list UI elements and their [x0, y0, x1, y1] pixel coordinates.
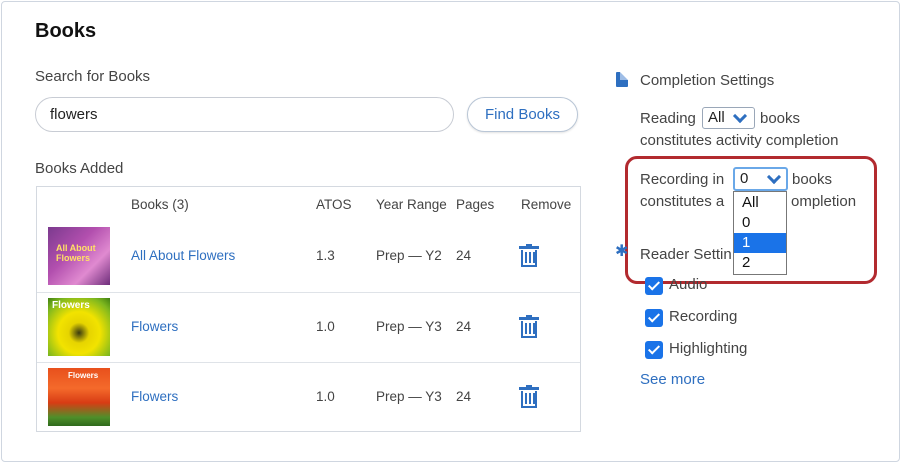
dropdown-option-all[interactable]: All — [734, 193, 786, 213]
document-check-icon — [616, 72, 628, 87]
book-cover-image: Flowers — [48, 298, 110, 356]
reading-suffix: books — [760, 110, 801, 127]
column-header-atos: ATOS — [316, 197, 352, 212]
column-header-remove: Remove — [521, 197, 572, 212]
page-title: Books — [35, 20, 97, 42]
table-row: Flowers Flowers 1.0 Prep — Y3 24 — [37, 362, 580, 432]
recording-completion-text-a: constitutes a — [640, 193, 725, 210]
pages-value: 24 — [456, 389, 472, 404]
dropdown-option-2[interactable]: 2 — [734, 253, 786, 273]
book-cover-image: Flowers — [48, 368, 110, 426]
chevron-down-icon — [766, 169, 782, 185]
reading-select-value: All — [708, 109, 725, 126]
reading-completion-text: constitutes activity completion — [640, 132, 839, 149]
search-label: Search for Books — [35, 68, 151, 85]
find-books-button[interactable]: Find Books — [467, 97, 578, 132]
atos-value: 1.3 — [316, 248, 335, 263]
pages-value: 24 — [456, 248, 472, 263]
completion-settings-heading: Completion Settings — [640, 72, 775, 89]
audio-checkbox[interactable] — [645, 277, 663, 295]
books-panel: Books Search for Books Find Books Books … — [1, 1, 900, 462]
year-range-value: Prep — Y3 — [376, 319, 442, 334]
trash-icon[interactable] — [519, 244, 539, 268]
reader-settings-heading: Reader Settin — [640, 246, 732, 263]
reading-books-select[interactable]: All — [702, 107, 755, 129]
dropdown-option-0[interactable]: 0 — [734, 213, 786, 233]
book-cover-image: All About Flowers — [48, 227, 110, 285]
book-title-link[interactable]: Flowers — [131, 319, 178, 334]
recording-completion-text-b: ompletion — [791, 193, 857, 210]
recording-select-value: 0 — [740, 170, 749, 187]
books-added-label: Books Added — [35, 160, 124, 177]
year-range-value: Prep — Y2 — [376, 248, 442, 263]
cover-text: All About Flowers — [56, 243, 96, 263]
trash-icon[interactable] — [519, 315, 539, 339]
books-table: Books (3) ATOS Year Range Pages Remove A… — [36, 186, 581, 432]
recording-books-select[interactable]: 0 — [733, 167, 788, 191]
trash-icon[interactable] — [519, 385, 539, 409]
audio-label: Audio — [669, 276, 708, 293]
year-range-value: Prep — Y3 — [376, 389, 442, 404]
search-input[interactable] — [35, 97, 454, 132]
pages-value: 24 — [456, 319, 472, 334]
see-more-link[interactable]: See more — [640, 371, 705, 388]
atos-value: 1.0 — [316, 389, 335, 404]
cover-text: Flowers — [52, 300, 90, 311]
recording-suffix: books — [792, 171, 833, 188]
highlighting-label: Highlighting — [669, 340, 748, 357]
column-header-year-range: Year Range — [376, 197, 447, 212]
book-title-link[interactable]: Flowers — [131, 389, 178, 404]
cover-text: Flowers — [68, 371, 99, 380]
column-header-books: Books (3) — [131, 197, 189, 212]
recording-checkbox[interactable] — [645, 309, 663, 327]
highlighting-checkbox[interactable] — [645, 341, 663, 359]
chevron-down-icon — [732, 108, 748, 124]
column-header-pages: Pages — [456, 197, 495, 212]
recording-prefix: Recording in — [640, 171, 725, 188]
book-title-link[interactable]: All About Flowers — [131, 248, 235, 263]
recording-dropdown-list: All 0 1 2 — [733, 191, 787, 275]
table-row: Flowers Flowers 1.0 Prep — Y3 24 — [37, 292, 580, 362]
table-row: All About Flowers All About Flowers 1.3 … — [37, 222, 580, 292]
atos-value: 1.0 — [316, 319, 335, 334]
gear-icon: ✱ — [615, 243, 629, 260]
recording-label: Recording — [669, 308, 738, 325]
reading-prefix: Reading — [640, 110, 696, 127]
